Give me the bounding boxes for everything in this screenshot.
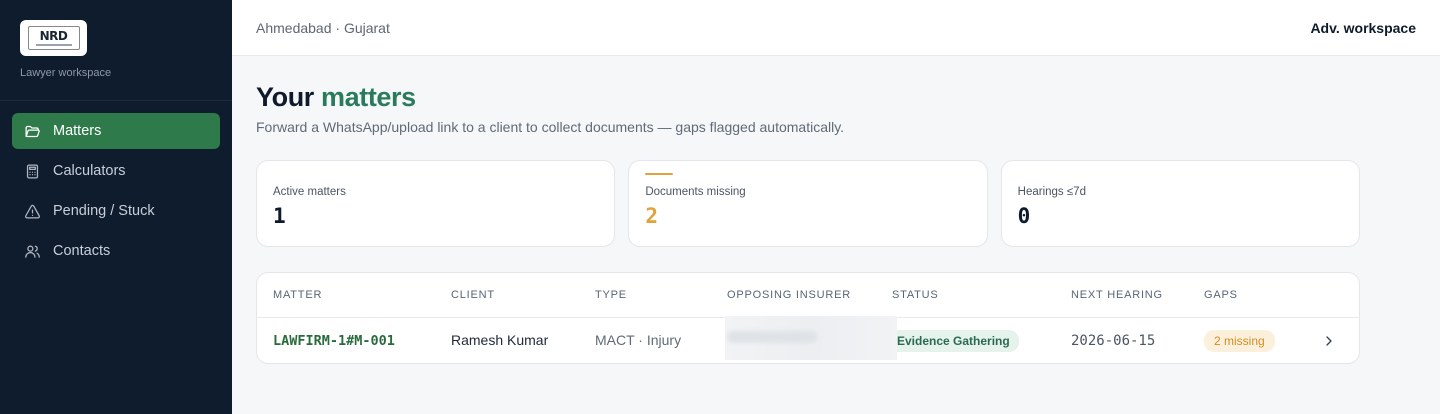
column-header-type: Type — [595, 289, 627, 301]
page-title-accent: matters — [321, 82, 416, 112]
warning-accent-bar — [645, 173, 674, 175]
stat-value: 0 — [1017, 204, 1031, 228]
stat-card-documents-missing: Documents missing 2 — [628, 160, 988, 247]
logo[interactable]: NRD — [20, 20, 87, 56]
stat-card-active-matters: Active matters 1 — [256, 160, 616, 247]
matter-id-link[interactable]: LAWFIRM-1#M-001 — [273, 333, 395, 349]
sidebar-item-matters[interactable]: Matters — [12, 113, 220, 149]
column-header-client: Client — [451, 289, 495, 301]
page-title-lead: Your — [256, 82, 314, 112]
workspace-label[interactable]: Adv. workspace — [1310, 20, 1416, 36]
stat-value: 2 — [645, 204, 658, 228]
table-header: Matter Client Type Opposing insurer Stat… — [257, 273, 1359, 318]
opposing-insurer-redacted — [725, 316, 897, 360]
users-icon — [25, 245, 40, 258]
folder-open-icon — [25, 125, 40, 137]
column-header-gaps: Gaps — [1204, 289, 1238, 301]
column-header-matter: Matter — [273, 289, 323, 301]
logo-mark-frame: NRD — [27, 26, 80, 50]
next-hearing-date: 2026-06-15 — [1071, 332, 1156, 349]
stat-label: Active matters — [273, 186, 346, 198]
sidebar-item-contacts[interactable]: Contacts — [12, 233, 220, 269]
status-badge: Evidence Gathering — [888, 329, 1019, 352]
sidebar-nav: Matters Calculators Pending / Stuck Cont… — [0, 101, 232, 269]
main-content: Your matters Forward a WhatsApp/upload l… — [232, 56, 1440, 364]
page-subtitle: Forward a WhatsApp/upload link to a clie… — [256, 119, 845, 135]
calculator-icon — [26, 163, 39, 179]
location-breadcrumb: Ahmedabad · Gujarat — [256, 19, 390, 36]
stat-label: Documents missing — [645, 186, 746, 198]
brand-caption: Lawyer workspace — [20, 67, 112, 79]
sidebar-item-label: Pending / Stuck — [53, 203, 155, 219]
stat-value: 1 — [273, 204, 286, 228]
warning-triangle-icon — [25, 204, 40, 219]
matter-type: MACT · Injury — [595, 331, 682, 348]
column-header-next-hearing: Next hearing — [1071, 289, 1163, 301]
sidebar-item-pending-stuck[interactable]: Pending / Stuck — [12, 193, 220, 229]
column-header-opposing-insurer: Opposing insurer — [727, 289, 852, 301]
sidebar-item-label: Matters — [53, 123, 102, 139]
gaps-badge: 2 missing — [1204, 329, 1275, 352]
client-name: Ramesh Kumar — [451, 331, 549, 348]
sidebar-item-label: Calculators — [53, 163, 126, 179]
sidebar-item-label: Contacts — [53, 243, 111, 259]
matters-table: Matter Client Type Opposing insurer Stat… — [256, 272, 1360, 364]
stat-card-hearings-week: Hearings ≤7d 0 — [1000, 160, 1360, 247]
table-row[interactable]: LAWFIRM-1#M-001 Ramesh Kumar MACT · Inju… — [257, 316, 1359, 363]
sidebar-item-calculators[interactable]: Calculators — [12, 153, 220, 189]
brand: NRD Lawyer workspace — [0, 0, 232, 101]
chevron-right-icon[interactable] — [1321, 333, 1337, 349]
sidebar: NRD Lawyer workspace Matters Calculators — [0, 0, 232, 414]
column-header-status: Status — [892, 289, 939, 301]
topbar: Ahmedabad · Gujarat Adv. workspace — [232, 0, 1440, 56]
logo-subline — [35, 44, 72, 46]
logo-text: NRD — [39, 29, 68, 43]
stat-label: Hearings ≤7d — [1017, 186, 1086, 198]
redacted-text-blur — [727, 331, 817, 343]
stats-row: Active matters 1 Documents missing 2 Hea… — [256, 160, 1360, 247]
page-title: Your matters — [256, 80, 1416, 114]
